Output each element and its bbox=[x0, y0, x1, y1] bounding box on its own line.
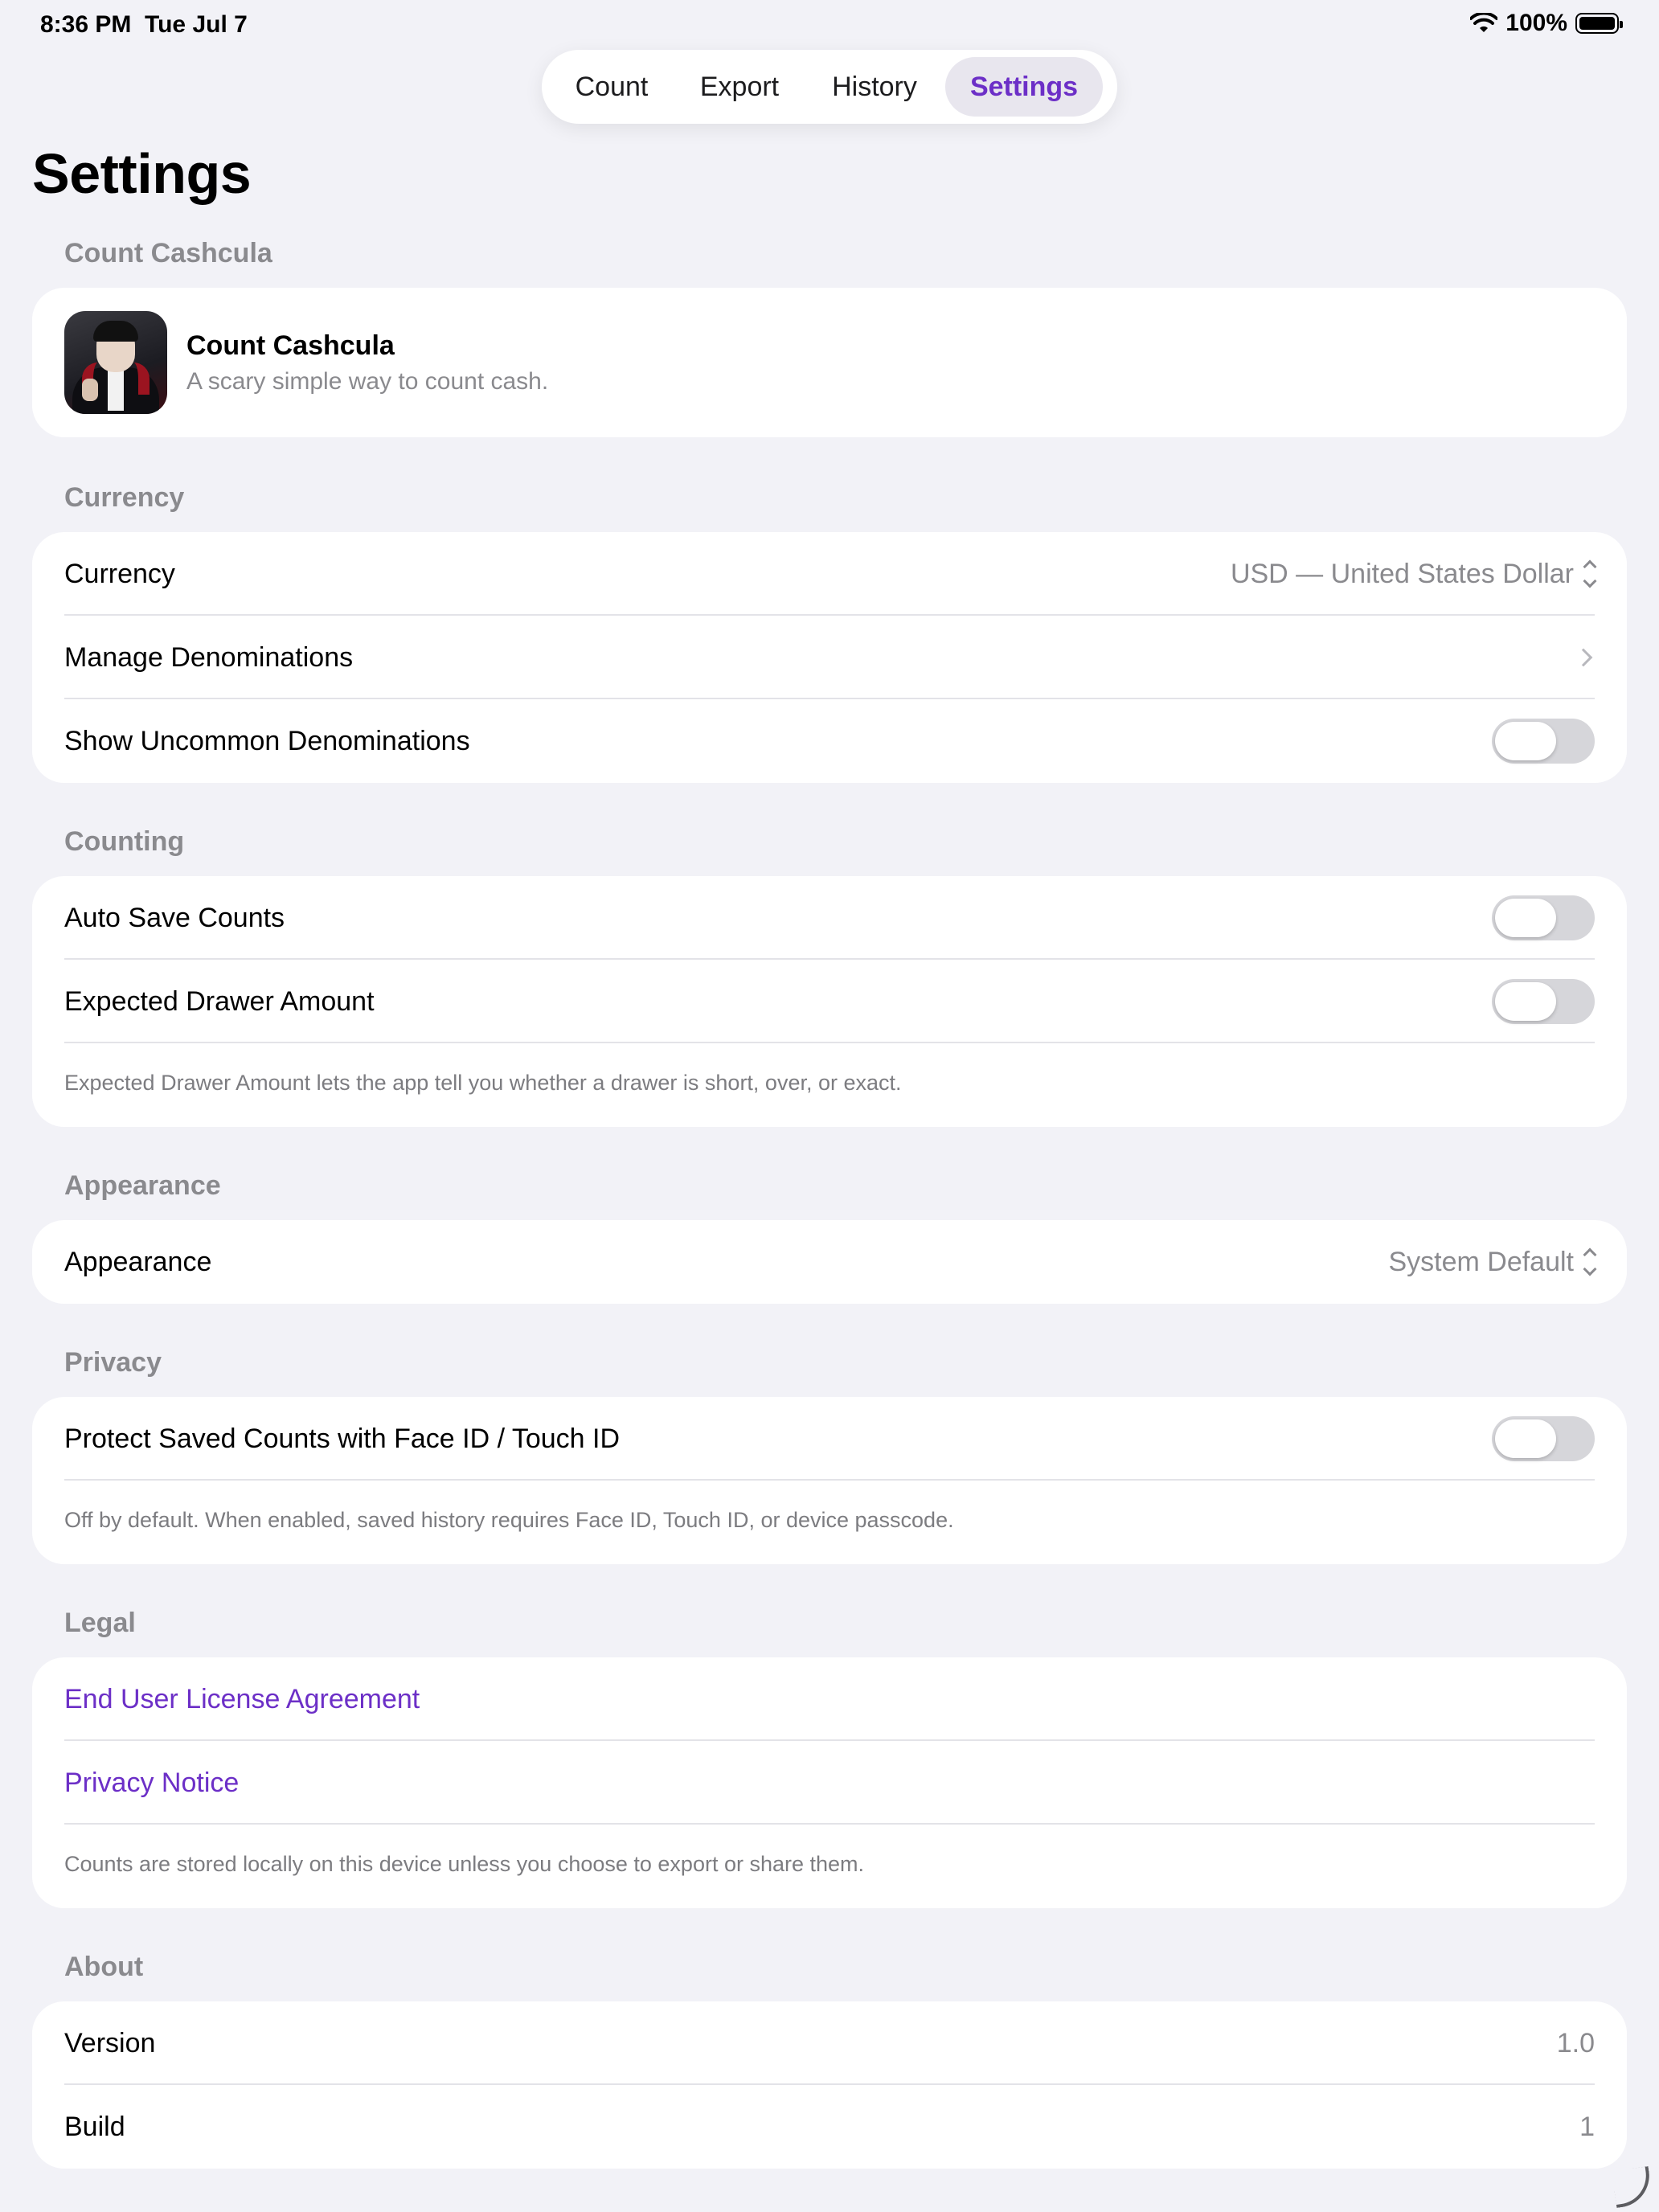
appearance-value[interactable]: System Default bbox=[1388, 1247, 1597, 1278]
chevron-up-down-icon bbox=[1583, 1247, 1597, 1276]
expected-drawer-row: Expected Drawer Amount bbox=[32, 960, 1627, 1043]
appearance-card: Appearance System Default bbox=[32, 1220, 1627, 1304]
battery-icon bbox=[1575, 13, 1623, 34]
build-row: Build 1 bbox=[32, 2085, 1627, 2169]
protect-counts-toggle[interactable] bbox=[1492, 1416, 1595, 1461]
manage-denominations-row[interactable]: Manage Denominations bbox=[32, 616, 1627, 699]
section-header-about: About bbox=[64, 1952, 144, 1982]
status-date: Tue Jul 7 bbox=[145, 11, 248, 38]
privacy-card: Protect Saved Counts with Face ID / Touc… bbox=[32, 1397, 1627, 1564]
counting-footnote: Expected Drawer Amount lets the app tell… bbox=[64, 1071, 902, 1095]
expected-drawer-toggle[interactable] bbox=[1492, 979, 1595, 1024]
chevron-up-down-icon bbox=[1583, 559, 1597, 588]
tab-settings[interactable]: Settings bbox=[945, 57, 1103, 117]
currency-value[interactable]: USD — United States Dollar bbox=[1231, 559, 1597, 590]
currency-picker-row[interactable]: Currency USD — United States Dollar bbox=[32, 532, 1627, 616]
about-card: Version 1.0 Build 1 bbox=[32, 2001, 1627, 2169]
auto-save-row: Auto Save Counts bbox=[32, 876, 1627, 960]
version-value: 1.0 bbox=[1556, 2027, 1595, 2058]
battery-percent: 100% bbox=[1505, 10, 1567, 36]
currency-label: Currency bbox=[64, 558, 175, 589]
section-header-privacy: Privacy bbox=[64, 1347, 162, 1378]
privacy-notice-link[interactable]: Privacy Notice bbox=[64, 1768, 1595, 1799]
status-bar: 8:36 PM Tue Jul 7 100% bbox=[0, 0, 1659, 51]
privacy-notice-row[interactable]: Privacy Notice bbox=[32, 1741, 1627, 1825]
page-title: Settings bbox=[32, 142, 252, 205]
appearance-label: Appearance bbox=[64, 1246, 212, 1277]
app-tagline: A scary simple way to count cash. bbox=[186, 367, 549, 395]
status-right: 100% bbox=[1470, 10, 1623, 37]
section-header-app: Count Cashcula bbox=[64, 238, 272, 268]
appearance-picker-row[interactable]: Appearance System Default bbox=[32, 1220, 1627, 1304]
status-time: 8:36 PM bbox=[40, 11, 132, 38]
build-label: Build bbox=[64, 2111, 125, 2142]
version-row: Version 1.0 bbox=[32, 2001, 1627, 2085]
auto-save-label: Auto Save Counts bbox=[64, 902, 285, 933]
legal-card: End User License Agreement Privacy Notic… bbox=[32, 1657, 1627, 1908]
app-info-row: Count Cashcula A scary simple way to cou… bbox=[32, 288, 1627, 437]
tab-history[interactable]: History bbox=[804, 57, 945, 117]
tab-export[interactable]: Export bbox=[675, 57, 804, 117]
uncommon-denominations-label: Show Uncommon Denominations bbox=[64, 725, 470, 756]
app-icon bbox=[64, 311, 167, 414]
expected-drawer-label: Expected Drawer Amount bbox=[64, 985, 375, 1017]
chevron-right-icon bbox=[1574, 648, 1593, 667]
app-name: Count Cashcula bbox=[186, 330, 395, 361]
section-header-legal: Legal bbox=[64, 1608, 136, 1638]
uncommon-denominations-row: Show Uncommon Denominations bbox=[32, 699, 1627, 783]
currency-card: Currency USD — United States Dollar Mana… bbox=[32, 532, 1627, 783]
legal-footnote: Counts are stored locally on this device… bbox=[64, 1852, 865, 1876]
tab-count[interactable]: Count bbox=[548, 57, 675, 117]
counting-card: Auto Save Counts Expected Drawer Amount … bbox=[32, 876, 1627, 1127]
build-value: 1 bbox=[1579, 2111, 1595, 2142]
uncommon-denominations-toggle[interactable] bbox=[1492, 719, 1595, 764]
eula-row[interactable]: End User License Agreement bbox=[32, 1657, 1627, 1741]
wifi-icon bbox=[1470, 13, 1498, 32]
protect-counts-row: Protect Saved Counts with Face ID / Touc… bbox=[32, 1397, 1627, 1481]
app-info-card: Count Cashcula A scary simple way to cou… bbox=[32, 288, 1627, 437]
section-header-currency: Currency bbox=[64, 482, 185, 513]
manage-denominations-label: Manage Denominations bbox=[64, 641, 354, 673]
auto-save-toggle[interactable] bbox=[1492, 895, 1595, 940]
section-header-appearance: Appearance bbox=[64, 1170, 221, 1201]
eula-link[interactable]: End User License Agreement bbox=[64, 1684, 1595, 1715]
section-header-counting: Counting bbox=[64, 826, 185, 857]
protect-counts-label: Protect Saved Counts with Face ID / Touc… bbox=[64, 1423, 621, 1454]
tab-bar: Count Export History Settings bbox=[542, 50, 1117, 124]
privacy-footnote: Off by default. When enabled, saved hist… bbox=[64, 1508, 954, 1532]
version-label: Version bbox=[64, 2027, 156, 2058]
pencil-hover-icon bbox=[1612, 2166, 1653, 2208]
